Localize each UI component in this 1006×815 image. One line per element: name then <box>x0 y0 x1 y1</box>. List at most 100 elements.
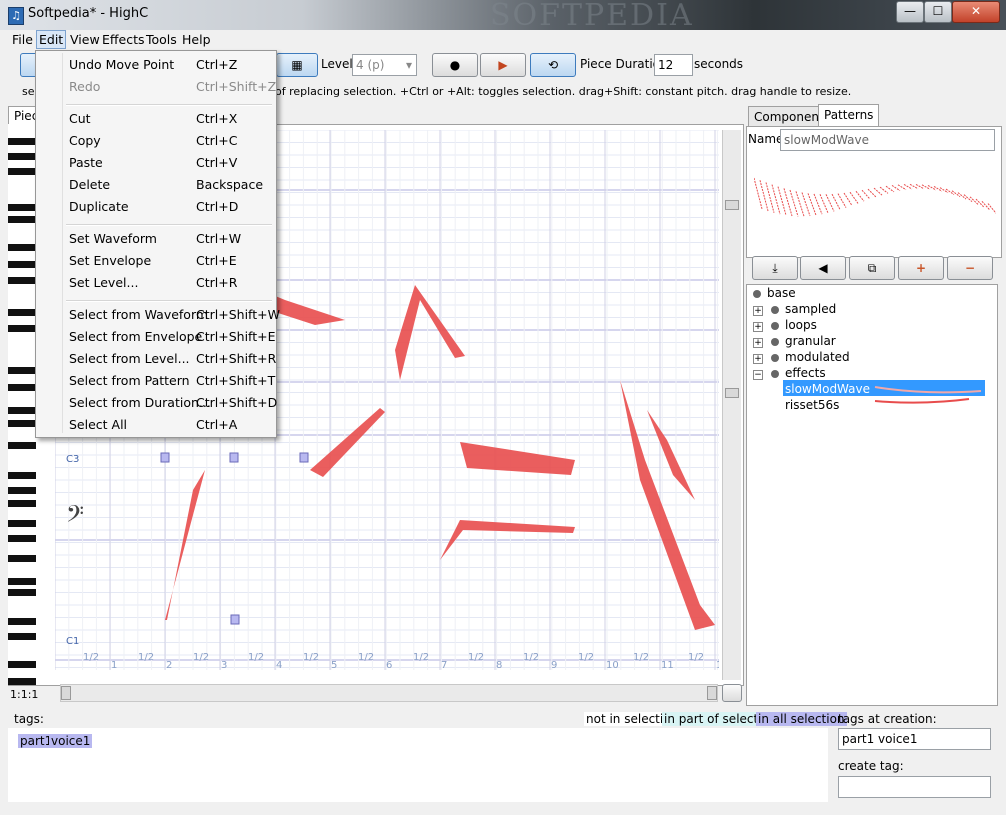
tag-chip[interactable]: voice1 <box>49 734 93 748</box>
note-handle[interactable] <box>299 452 309 463</box>
piano-black-key[interactable] <box>8 277 36 284</box>
piano-black-key[interactable] <box>8 261 36 268</box>
piano-black-key[interactable] <box>8 589 36 596</box>
watermark: SOFTPEDIA <box>490 0 694 33</box>
pattern-name-input[interactable]: slowModWave <box>780 129 995 151</box>
menu-edit[interactable]: Edit <box>36 30 67 49</box>
menu-item-set-waveform[interactable]: Set Waveform <box>69 231 157 246</box>
horizontal-scrollbar[interactable] <box>60 684 718 702</box>
menu-shortcut: Ctrl+Shift+D <box>196 395 278 410</box>
piano-black-key[interactable] <box>8 520 36 527</box>
menu-item-select-all[interactable]: Select All <box>69 417 127 432</box>
menu-item-set-level[interactable]: Set Level... <box>69 275 138 290</box>
window-title: Softpedia* - HighC <box>28 6 149 21</box>
tree-item-granular[interactable]: granular <box>785 334 836 348</box>
note-handle[interactable] <box>229 452 239 463</box>
piano-black-key[interactable] <box>8 384 36 391</box>
menu-item-select-from-envelope[interactable]: Select from Envelope <box>69 329 202 344</box>
piano-black-key[interactable] <box>8 578 36 585</box>
menu-tools[interactable]: Tools <box>144 32 179 47</box>
menu-item-cut[interactable]: Cut <box>69 111 91 126</box>
piano-black-key[interactable] <box>8 472 36 479</box>
play-icon[interactable]: ▶ <box>480 53 526 77</box>
tree-item-effects[interactable]: effects <box>785 366 826 380</box>
tree-item-sampled[interactable]: sampled <box>785 302 836 316</box>
piano-black-key[interactable] <box>8 661 36 668</box>
piano-black-key[interactable] <box>8 153 36 160</box>
expand-icon[interactable]: + <box>753 354 763 364</box>
vertical-scrollbar[interactable] <box>722 130 741 680</box>
piano-black-key[interactable] <box>8 138 36 145</box>
minimize-icon[interactable]: — <box>896 1 924 23</box>
menu-item-select-from-level[interactable]: Select from Level... <box>69 351 190 366</box>
tree-item-loops[interactable]: loops <box>785 318 817 332</box>
hscroll-thumb-right[interactable] <box>707 686 717 700</box>
piano-black-key[interactable] <box>8 618 36 625</box>
menu-item-select-from-pattern[interactable]: Select from Pattern <box>69 373 190 388</box>
menu-item-select-from-waveform[interactable]: Select from Waveform <box>69 307 208 322</box>
scroll-thumb-upper[interactable] <box>725 200 739 210</box>
menu-item-select-from-duration[interactable]: Select from Duration... <box>69 395 211 410</box>
hint-prefix: se <box>22 85 35 98</box>
expand-icon[interactable]: + <box>753 338 763 348</box>
menu-item-delete[interactable]: Delete <box>69 177 110 192</box>
piano-black-key[interactable] <box>8 407 36 414</box>
scroll-thumb-lower[interactable] <box>725 388 739 398</box>
menu-item-redo: Redo <box>69 79 101 94</box>
maximize-icon[interactable]: ☐ <box>924 1 952 23</box>
level-select[interactable]: 4 (p) ▾ <box>352 54 417 76</box>
expand-icon[interactable]: + <box>753 322 763 332</box>
add-pattern-icon[interactable]: + <box>898 256 944 280</box>
tree-item-modulated[interactable]: modulated <box>785 350 850 364</box>
piano-black-key[interactable] <box>8 168 36 175</box>
piano-black-key[interactable] <box>8 367 36 374</box>
note-shape[interactable] <box>460 442 575 475</box>
pattern-tree[interactable]: base + sampled + loops + granular + modu… <box>746 284 998 706</box>
menu-item-copy[interactable]: Copy <box>69 133 101 148</box>
piano-black-key[interactable] <box>8 633 36 640</box>
pattern-waveform-preview <box>754 177 996 217</box>
menu-effects[interactable]: Effects <box>100 32 147 47</box>
piece-duration-input[interactable]: 12 <box>654 54 693 76</box>
piano-black-key[interactable] <box>8 555 36 562</box>
piano-black-key[interactable] <box>8 487 36 494</box>
menu-file[interactable]: File <box>10 32 35 47</box>
record-icon[interactable]: ● <box>432 53 478 77</box>
tree-item-slowmodwave[interactable]: slowModWave <box>785 382 870 396</box>
menu-help[interactable]: Help <box>180 32 213 47</box>
apply-pattern-icon[interactable]: ⧉ <box>849 256 895 280</box>
piano-black-key[interactable] <box>8 325 36 332</box>
remove-pattern-icon[interactable]: − <box>947 256 993 280</box>
tree-item-risset56s[interactable]: risset56s <box>785 398 839 412</box>
close-icon[interactable]: ✕ <box>952 1 1000 23</box>
expand-icon[interactable]: + <box>753 306 763 316</box>
piano-black-key[interactable] <box>8 535 36 542</box>
corner-button[interactable] <box>722 684 742 702</box>
tags-at-creation-input[interactable]: part1 voice1 <box>838 728 991 750</box>
collapse-icon[interactable]: − <box>753 370 763 380</box>
note-handle[interactable] <box>160 452 170 463</box>
menu-item-paste[interactable]: Paste <box>69 155 103 170</box>
loop-icon[interactable]: ⟲ <box>530 53 576 77</box>
import-pattern-icon[interactable]: ⤓ <box>752 256 798 280</box>
note-shape[interactable] <box>395 285 465 380</box>
piano-black-key[interactable] <box>8 216 36 223</box>
piano-black-key[interactable] <box>8 309 36 316</box>
snap-icon[interactable]: ▦ <box>276 53 318 77</box>
note-handle[interactable] <box>230 614 240 625</box>
piano-black-key[interactable] <box>8 678 36 685</box>
menu-item-undo-move-point[interactable]: Undo Move Point <box>69 57 174 72</box>
tab-patterns[interactable]: Patterns <box>818 104 880 127</box>
create-tag-input[interactable] <box>838 776 991 798</box>
hscroll-thumb-left[interactable] <box>61 686 71 700</box>
menu-item-set-envelope[interactable]: Set Envelope <box>69 253 151 268</box>
piano-black-key[interactable] <box>8 442 36 449</box>
audition-icon[interactable]: ◀ <box>800 256 846 280</box>
tree-item-base[interactable]: base <box>767 286 796 300</box>
piano-black-key[interactable] <box>8 204 36 211</box>
piano-black-key[interactable] <box>8 244 36 251</box>
menu-item-duplicate[interactable]: Duplicate <box>69 199 129 214</box>
menu-view[interactable]: View <box>68 32 102 47</box>
piano-black-key[interactable] <box>8 420 36 427</box>
piano-black-key[interactable] <box>8 500 36 507</box>
